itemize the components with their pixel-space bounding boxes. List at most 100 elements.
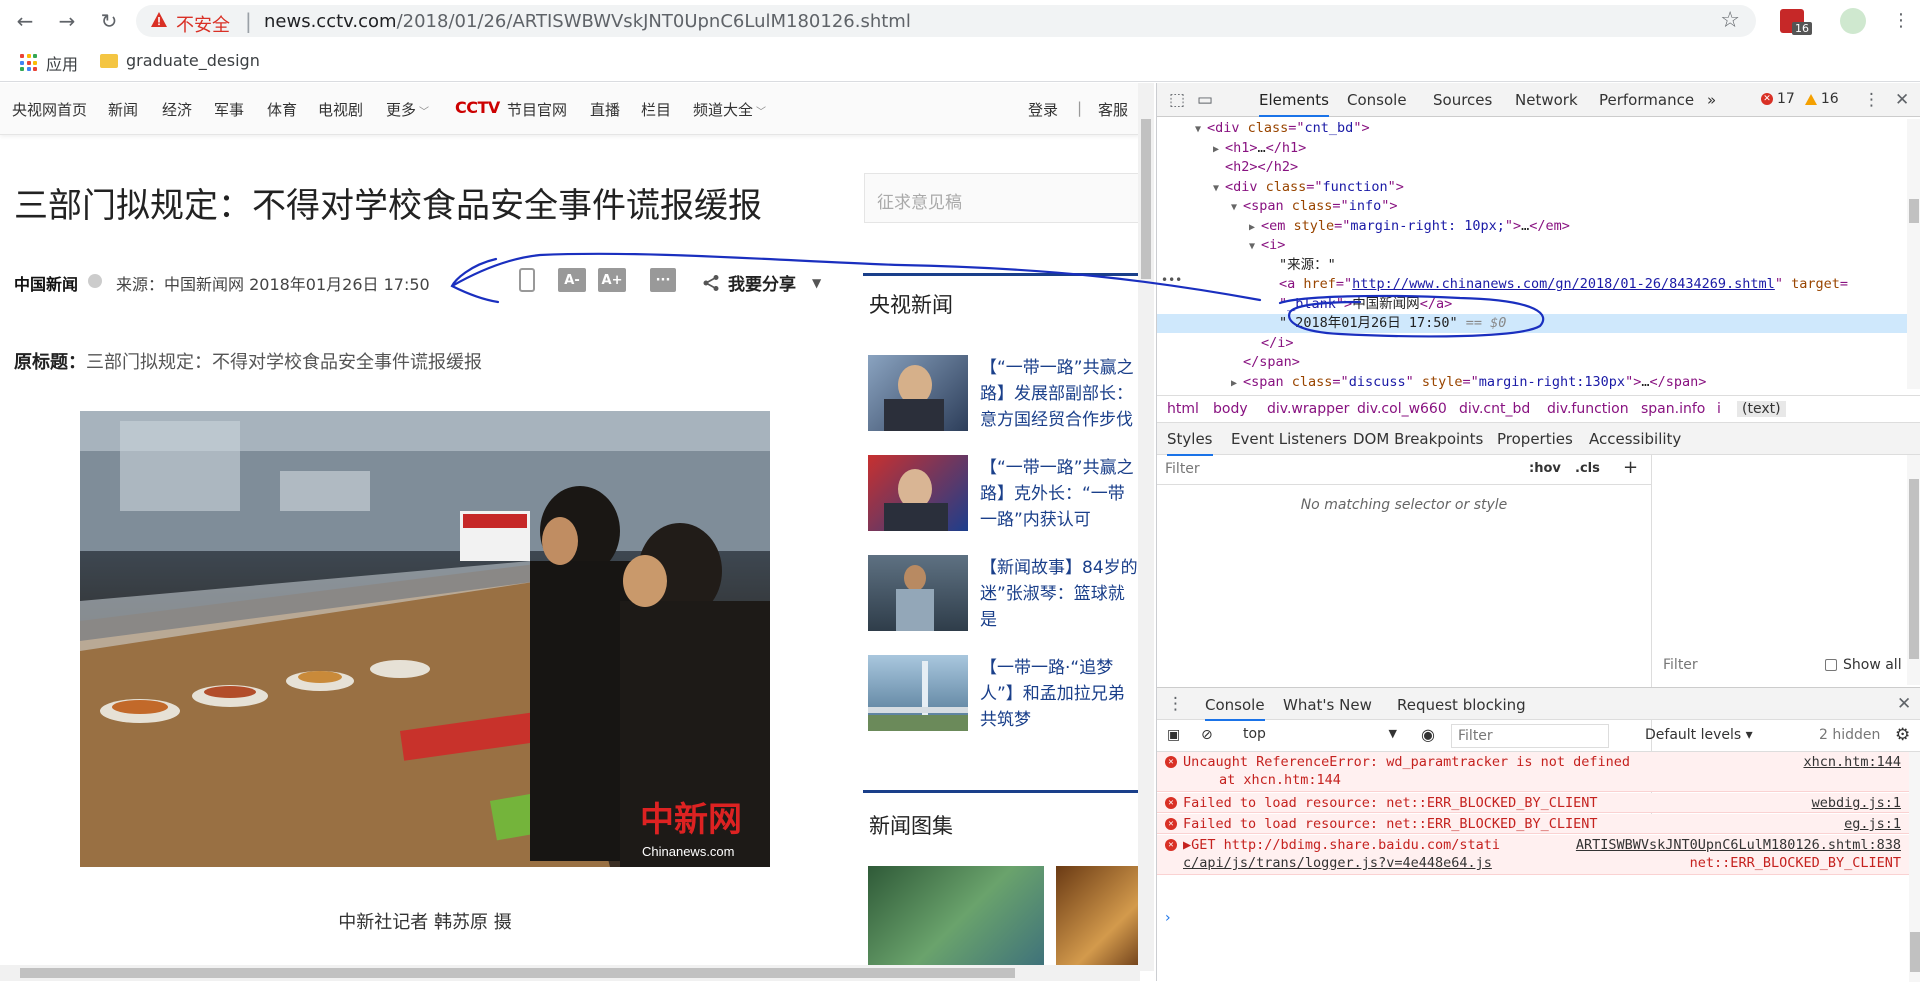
login-link[interactable]: 登录: [1028, 99, 1058, 120]
expand-triangle-icon[interactable]: ▼: [1231, 198, 1243, 217]
mobile-icon[interactable]: [519, 268, 535, 292]
nav-item-sports[interactable]: 体育: [267, 99, 297, 120]
news-thumbnail[interactable]: [868, 355, 968, 431]
dom-node-line[interactable]: ▶ <em style="margin-right: 10px;">…</em>: [1157, 217, 1907, 236]
scrollbar-thumb[interactable]: [1141, 119, 1151, 279]
nav-item-columns[interactable]: 栏目: [641, 99, 671, 120]
dom-ellipsis-icon[interactable]: •••: [1161, 273, 1182, 287]
dom-node-line[interactable]: ▼ <div class="function">: [1157, 178, 1907, 197]
breadcrumb-item[interactable]: div.col_w660: [1357, 401, 1447, 417]
expand-triangle-icon[interactable]: ▼: [1195, 120, 1207, 139]
url-text[interactable]: news.cctv.com/2018/01/26/ARTISWBWVskJNT0…: [264, 11, 911, 32]
collapse-triangle-icon[interactable]: ▶: [1231, 374, 1243, 393]
nav-item-more[interactable]: 更多 ﹀: [386, 99, 429, 120]
scrollbar-thumb[interactable]: [1909, 479, 1919, 659]
eye-icon[interactable]: ◉: [1421, 725, 1435, 744]
breadcrumb-item[interactable]: div.cnt_bd: [1459, 401, 1530, 417]
cls-toggle[interactable]: .cls: [1575, 461, 1600, 476]
tab-performance[interactable]: Performance: [1599, 91, 1694, 109]
message-source-link[interactable]: eg.js:1: [1844, 816, 1901, 832]
breadcrumb-item[interactable]: i: [1717, 401, 1721, 417]
breadcrumb-item[interactable]: body: [1213, 401, 1248, 417]
news-item[interactable]: 【“一带一路”共赢之路】发展部副部长：意方国经贸合作步伐: [868, 355, 1140, 435]
bookmark-star-icon[interactable]: ☆: [1720, 8, 1740, 33]
console-message[interactable]: ✕ Uncaught ReferenceError: wd_paramtrack…: [1157, 752, 1909, 792]
hov-toggle[interactable]: :hov: [1529, 461, 1561, 476]
dom-node-line[interactable]: ▼ <div class="cnt_bd">: [1157, 119, 1907, 138]
gallery-thumbnail[interactable]: [1056, 866, 1140, 981]
tab-sources[interactable]: Sources: [1433, 91, 1492, 109]
breadcrumb-item[interactable]: html: [1167, 401, 1199, 417]
dom-node-line[interactable]: </i>: [1157, 334, 1907, 353]
dom-tree[interactable]: ▼ <div class="cnt_bd"> ▶ <h1>…</h1> <h2></h2…: [1157, 119, 1907, 390]
bookmark-graduate-design[interactable]: graduate_design: [100, 51, 260, 70]
dom-node-line[interactable]: ▶ <h1>…</h1>: [1157, 139, 1907, 158]
dom-node-line[interactable]: " 2018年01月26日 17:50" == $0: [1157, 314, 1907, 333]
news-thumbnail[interactable]: [868, 655, 968, 731]
inspect-element-icon[interactable]: ⬚: [1169, 90, 1185, 110]
scrollbar-thumb[interactable]: [1909, 199, 1919, 223]
news-title[interactable]: 【新闻故事】84岁的迷”张淑琴：篮球就是: [980, 555, 1140, 633]
reload-icon[interactable]: ↻: [96, 8, 122, 34]
dom-node-line[interactable]: <a href="http://www.chinanews.com/gn/201…: [1157, 275, 1907, 294]
nav-item-home[interactable]: 央视网首页: [12, 99, 87, 120]
expand-triangle-icon[interactable]: ▼: [1249, 237, 1261, 256]
nav-item-military[interactable]: 军事: [214, 99, 244, 120]
dom-node-line[interactable]: "_blank">中国新闻网</a>: [1157, 295, 1907, 314]
settings-gear-icon[interactable]: ⚙: [1895, 725, 1910, 745]
dom-node-line[interactable]: ▼ <span class="info">: [1157, 197, 1907, 216]
dom-node-line[interactable]: ▼ <i>: [1157, 236, 1907, 255]
font-decrease-button[interactable]: A-: [558, 268, 586, 292]
console-message[interactable]: ✕ Failed to load resource: net::ERR_BLOC…: [1157, 814, 1909, 834]
add-rule-icon[interactable]: +: [1623, 457, 1638, 478]
news-title[interactable]: 【“一带一路”共赢之路】克外长：“一带一路”内获认可: [980, 455, 1140, 533]
menu-dots-icon[interactable]: ⋮: [1892, 8, 1910, 34]
dom-scrollbar[interactable]: [1907, 119, 1920, 389]
address-bar[interactable]: 不安全 | news.cctv.com/2018/01/26/ARTISWBWV…: [136, 5, 1756, 37]
tab-event-listeners[interactable]: Event Listeners: [1231, 430, 1347, 448]
customize-menu-icon[interactable]: ⋮: [1863, 90, 1880, 110]
expand-triangle-icon[interactable]: ▼: [1213, 179, 1225, 198]
log-levels-select[interactable]: Default levels ▾: [1645, 727, 1753, 743]
tab-accessibility[interactable]: Accessibility: [1589, 430, 1681, 448]
nav-item-tv[interactable]: 电视剧: [318, 99, 363, 120]
drawer-tab-request-blocking[interactable]: Request blocking: [1397, 696, 1526, 714]
console-message[interactable]: ✕ ▶GET http://bdimg.share.baidu.com/stat…: [1157, 835, 1909, 875]
drawer-menu-icon[interactable]: ⋮: [1167, 694, 1184, 714]
nav-item-news[interactable]: 新闻: [108, 99, 138, 120]
console-filter-input[interactable]: Filter: [1451, 724, 1609, 748]
more-tabs-icon[interactable]: »: [1707, 91, 1716, 109]
computed-filter-input[interactable]: Filter: [1663, 657, 1698, 673]
tab-properties[interactable]: Properties: [1497, 430, 1573, 448]
dom-token-link[interactable]: http://www.chinanews.com/gn/2018/01-26/8…: [1352, 276, 1775, 292]
font-increase-button[interactable]: A+: [598, 268, 626, 292]
message-source-link[interactable]: webdig.js:1: [1812, 795, 1901, 811]
dom-node-line[interactable]: </span>: [1157, 353, 1907, 372]
forward-icon[interactable]: →: [54, 8, 80, 34]
service-link[interactable]: 客服: [1098, 99, 1128, 120]
profile-avatar[interactable]: [1840, 8, 1866, 34]
console-prompt-icon[interactable]: ›: [1165, 910, 1171, 926]
console-message[interactable]: ✕ Failed to load resource: net::ERR_BLOC…: [1157, 793, 1909, 813]
source-name[interactable]: 中国新闻: [14, 271, 78, 295]
back-icon[interactable]: ←: [12, 8, 38, 34]
context-select[interactable]: top ▼: [1243, 726, 1403, 746]
dom-node-line[interactable]: <h2></h2>: [1157, 158, 1907, 177]
nav-item-channels[interactable]: 频道大全 ﹀: [693, 99, 766, 120]
cctv-logo[interactable]: CCTV: [455, 98, 500, 117]
news-thumbnail[interactable]: [868, 555, 968, 631]
drawer-tab-whats-new[interactable]: What's New: [1283, 696, 1372, 714]
nav-item-economy[interactable]: 经济: [162, 99, 192, 120]
show-all-checkbox[interactable]: Show all: [1825, 657, 1902, 673]
tab-console[interactable]: Console: [1347, 91, 1407, 109]
scrollbar-thumb[interactable]: [20, 968, 1015, 978]
drawer-tab-console[interactable]: Console: [1205, 696, 1265, 721]
close-icon[interactable]: ✕: [1895, 90, 1909, 110]
news-item[interactable]: 【新闻故事】84岁的迷”张淑琴：篮球就是: [868, 555, 1140, 635]
gallery-thumbnail[interactable]: [868, 866, 1044, 981]
comment-button[interactable]: ···: [650, 268, 676, 292]
news-thumbnail[interactable]: [868, 455, 968, 531]
page-horizontal-scrollbar[interactable]: [0, 965, 1140, 981]
tab-styles[interactable]: Styles: [1167, 430, 1213, 456]
clear-console-icon[interactable]: ⊘: [1201, 727, 1213, 743]
